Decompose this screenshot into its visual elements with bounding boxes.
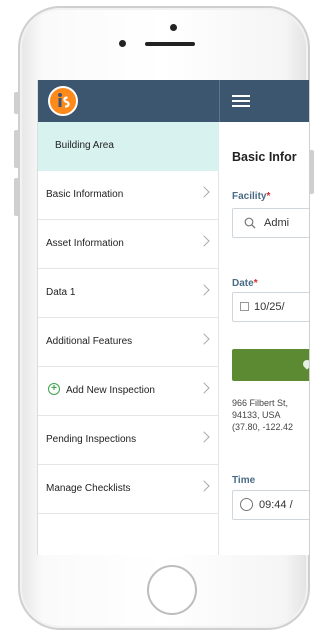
date-value: 10/25/ — [254, 301, 285, 313]
sidebar-item-label: Manage Checklists — [46, 483, 131, 494]
menu-icon[interactable] — [232, 95, 250, 107]
sidebar-header-label: Building Area — [55, 140, 114, 151]
search-icon — [244, 217, 256, 229]
location-address: 966 Filbert St, 94133, USA (37.80, -122.… — [232, 398, 294, 432]
chevron-right-icon — [198, 333, 210, 345]
sidebar-item-manage-checklists[interactable]: Manage Checklists — [38, 465, 219, 514]
proximity-sensor — [119, 40, 126, 47]
date-label: Date* — [232, 278, 258, 289]
sidebar-item-label: Basic Information — [46, 189, 124, 200]
sidebar-item-basic-information[interactable]: Basic Information — [38, 171, 219, 220]
mute-switch — [14, 92, 19, 114]
location-pin-icon — [301, 358, 309, 370]
plus-circle-icon: + — [48, 383, 60, 395]
sidebar-item-asset-information[interactable]: Asset Information — [38, 220, 219, 269]
facility-value: Admi — [264, 217, 290, 229]
facility-label: Facility* — [232, 191, 271, 202]
top-app-bar — [38, 80, 309, 122]
sidebar-item-additional-features[interactable]: Additional Features — [38, 318, 219, 367]
sidebar-header[interactable]: Building Area — [38, 122, 219, 171]
home-button[interactable] — [147, 565, 197, 615]
power-button — [309, 150, 314, 194]
front-camera — [170, 24, 177, 31]
earpiece-speaker — [145, 42, 195, 46]
topbar-divider — [219, 80, 220, 122]
app-screen: Building Area Basic Information Asset In… — [37, 80, 309, 555]
sidebar-nav: Building Area Basic Information Asset In… — [38, 122, 219, 555]
sidebar-item-pending-inspections[interactable]: Pending Inspections — [38, 416, 219, 465]
chevron-right-icon — [198, 480, 210, 492]
sidebar-item-label: Add New Inspection — [66, 385, 155, 396]
time-label: Time — [232, 475, 256, 486]
sidebar-item-label: Pending Inspections — [46, 434, 137, 445]
time-field[interactable]: 09:44 / — [232, 490, 309, 520]
sidebar-item-label: Additional Features — [46, 336, 133, 347]
sidebar-item-add-new-inspection[interactable]: + Add New Inspection — [38, 367, 219, 416]
calendar-icon — [240, 302, 249, 311]
date-field[interactable]: 10/25/ — [232, 292, 309, 322]
volume-up-button — [14, 130, 19, 168]
chevron-right-icon — [198, 186, 210, 198]
clock-icon — [240, 498, 253, 511]
chevron-right-icon — [198, 382, 210, 394]
facility-search-field[interactable]: Admi — [232, 208, 309, 238]
chevron-right-icon — [198, 235, 210, 247]
app-logo-icon[interactable] — [48, 86, 78, 116]
volume-down-button — [14, 178, 19, 216]
sidebar-item-label: Asset Information — [46, 238, 124, 249]
page-title: Basic Infor — [232, 150, 297, 164]
chevron-right-icon — [198, 431, 210, 443]
chevron-right-icon — [198, 284, 210, 296]
sidebar-item-label: Data 1 — [46, 287, 76, 298]
sidebar-item-data-1[interactable]: Data 1 — [38, 269, 219, 318]
main-content: Basic Infor Facility* Admi Date* 10/25/ … — [220, 122, 309, 555]
time-value: 09:44 / — [259, 499, 293, 511]
get-location-button[interactable] — [232, 349, 309, 381]
